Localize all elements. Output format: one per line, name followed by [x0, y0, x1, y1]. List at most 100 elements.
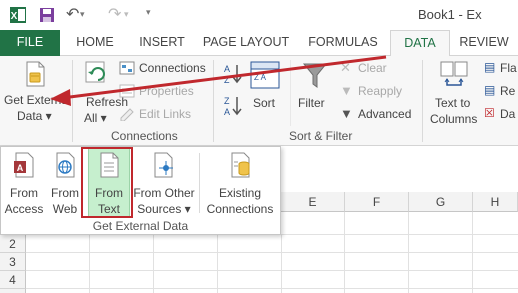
- tab-insert[interactable]: INSERT: [130, 30, 194, 56]
- connections-label: Connections: [139, 61, 206, 75]
- column-header-g[interactable]: G: [409, 192, 473, 212]
- row-header-5[interactable]: 5: [0, 289, 26, 293]
- customize-qat-icon[interactable]: ▾: [146, 7, 151, 18]
- data-validation-label: Da: [500, 107, 516, 121]
- gridline: [217, 235, 218, 293]
- sort-a-to-z-button[interactable]: A Z: [222, 62, 246, 88]
- row-header-3[interactable]: 3: [0, 253, 26, 271]
- edit-links-label: Edit Links: [139, 107, 192, 121]
- gridline: [472, 212, 473, 293]
- column-header-f[interactable]: F: [345, 192, 409, 212]
- clear-filter-icon: ✕: [340, 60, 351, 75]
- save-icon[interactable]: [38, 6, 56, 24]
- sort-descending-icon: Z A: [224, 96, 242, 117]
- edit-links-button[interactable]: Edit Links: [119, 106, 209, 124]
- sort-z-to-a-button[interactable]: Z A: [222, 94, 246, 120]
- existing-connections-label: Existing Connections: [206, 186, 274, 216]
- connections-group-label: Connections: [111, 129, 178, 143]
- advanced-button[interactable]: ▼ Advanced: [340, 106, 420, 124]
- reapply-icon: ▼: [340, 83, 353, 98]
- refresh-all-button[interactable]: Refresh All ▾: [76, 56, 128, 126]
- row-header-4[interactable]: 4: [0, 271, 26, 289]
- get-external-data-icon: [26, 61, 45, 87]
- svg-text:X: X: [11, 11, 18, 22]
- remove-duplicates-button[interactable]: ▤ Re: [484, 83, 518, 101]
- access-icon: A: [14, 152, 34, 178]
- ribbon-tabs: FILE HOME INSERT PAGE LAYOUT FORMULAS DA…: [0, 30, 518, 57]
- row-header-2[interactable]: 2: [0, 235, 26, 253]
- svg-text:A: A: [17, 163, 24, 173]
- column-header-h[interactable]: H: [473, 192, 518, 212]
- other-sources-icon: [154, 152, 173, 178]
- svg-text:A: A: [224, 64, 230, 74]
- sort-button[interactable]: Z A Sort: [248, 58, 284, 126]
- data-ribbon: Get External Data ▾ Refresh All ▾ Connec…: [0, 56, 518, 146]
- text-to-columns-icon: [440, 61, 468, 86]
- existing-connections-icon: [231, 152, 250, 178]
- tab-data[interactable]: DATA: [390, 30, 450, 57]
- filter-funnel-icon: [302, 63, 328, 88]
- window-title: Book1 - Ex: [418, 7, 482, 22]
- sort-dialog-icon: Z A: [250, 61, 280, 89]
- existing-connections-button[interactable]: Existing Connections: [203, 147, 277, 219]
- gridline: [26, 252, 518, 253]
- from-web-button[interactable]: From Web: [46, 147, 84, 219]
- from-other-sources-button[interactable]: From Other Sources ▾: [132, 147, 196, 219]
- tab-formulas[interactable]: FORMULAS: [302, 30, 384, 56]
- redo-dropdown-icon[interactable]: ▾: [124, 9, 129, 20]
- data-validation-icon: ☒: [484, 106, 495, 120]
- filter-label: Filter: [298, 96, 325, 110]
- remove-duplicates-label: Re: [500, 84, 516, 98]
- get-external-data-menu: A From Access From Web From Text From Ot…: [0, 146, 281, 235]
- gridline: [153, 235, 154, 293]
- advanced-filter-icon: ▼: [340, 106, 353, 121]
- from-web-label: From Web: [51, 186, 79, 216]
- svg-text:Z: Z: [224, 75, 230, 85]
- get-external-data-group-label: Get External Data: [92, 219, 189, 233]
- properties-icon: [119, 84, 135, 98]
- connections-button[interactable]: Connections: [119, 60, 209, 78]
- sort-label: Sort: [253, 96, 276, 110]
- data-validation-button[interactable]: ☒ Da: [484, 106, 518, 124]
- sort-ascending-icon: A Z: [224, 64, 242, 85]
- clear-label: Clear: [358, 61, 387, 75]
- tab-file[interactable]: FILE: [0, 30, 60, 56]
- menu-separator: [199, 153, 200, 213]
- gridline: [344, 212, 345, 293]
- title-bar: X ↶ ▾ ↷ ▾ ▾ Book1 - Ex: [0, 0, 518, 30]
- excel-logo-icon[interactable]: X: [9, 6, 27, 24]
- properties-label: Properties: [139, 84, 194, 98]
- tab-home[interactable]: HOME: [66, 30, 124, 56]
- tab-page-layout[interactable]: PAGE LAYOUT: [198, 30, 294, 56]
- clear-button[interactable]: ✕ Clear: [340, 60, 410, 78]
- flash-fill-label: Fla: [500, 61, 517, 75]
- reapply-button[interactable]: ▼ Reapply: [340, 83, 420, 101]
- group-separator: [213, 60, 214, 142]
- svg-text:Z A: Z A: [254, 73, 267, 82]
- connections-icon: [119, 61, 135, 75]
- undo-button[interactable]: ↶: [66, 4, 79, 24]
- gridline: [26, 288, 518, 289]
- redo-button[interactable]: ↷: [108, 4, 121, 24]
- gridline: [26, 270, 518, 271]
- remove-duplicates-icon: ▤: [484, 83, 496, 97]
- svg-text:Z: Z: [224, 96, 230, 106]
- advanced-label: Advanced: [358, 107, 412, 121]
- flash-fill-button[interactable]: ▤ Fla: [484, 60, 518, 78]
- tab-review[interactable]: REVIEW: [454, 30, 514, 56]
- from-access-label: From Access: [4, 186, 44, 216]
- get-external-data-label: Get External: [4, 93, 71, 107]
- properties-button[interactable]: Properties: [119, 83, 209, 101]
- web-globe-icon: [56, 152, 75, 178]
- undo-dropdown-icon[interactable]: ▾: [80, 9, 85, 20]
- from-text-highlight: [81, 147, 133, 218]
- gridline: [281, 235, 282, 293]
- group-separator: [422, 60, 423, 142]
- text-to-columns-button[interactable]: Text to Columns: [426, 58, 482, 126]
- from-access-button[interactable]: A From Access: [4, 147, 44, 219]
- filter-button[interactable]: Filter: [295, 58, 335, 126]
- get-external-data-button[interactable]: Get External Data ▾: [0, 56, 71, 126]
- reapply-label: Reapply: [358, 84, 403, 98]
- gridline: [89, 235, 90, 293]
- column-header-e[interactable]: E: [281, 192, 345, 212]
